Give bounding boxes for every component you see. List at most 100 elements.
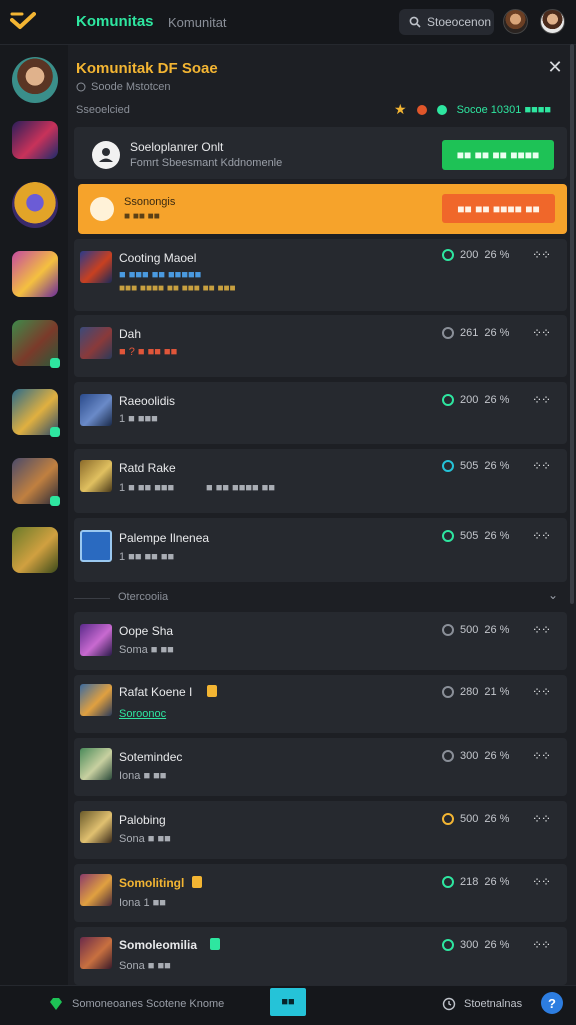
panel-subtitle: Soode Mstotcen <box>76 81 171 93</box>
user-icon <box>99 148 113 162</box>
scrollbar[interactable] <box>570 44 574 604</box>
options-icon[interactable]: ⁘⁘ <box>532 623 551 637</box>
list-item[interactable]: Dah ■ ? ■ ■■ ■■ 261 26 % ⁘⁘ <box>74 315 567 377</box>
notice-title: Soeloplanrer Onlt <box>130 140 224 154</box>
item-count: 500 <box>460 624 479 636</box>
list-item[interactable]: Raeoolidis 1 ■ ■■■ 200 26 % ⁘⁘ <box>74 382 567 444</box>
top-bar: Komunitas Komunitat Stoeocenon <box>0 0 576 45</box>
item-sub: Sona ■ ■■ <box>119 833 171 845</box>
rail-game-2[interactable] <box>12 182 58 228</box>
stats-text: Socoe 10301 ■■■■ <box>456 103 552 116</box>
item-sub: ■ ■■■ ■■ ■■■■■ <box>119 269 202 281</box>
item-count: 280 <box>460 686 479 698</box>
profile-avatar-2[interactable] <box>540 9 565 34</box>
item-name: Cooting Maoel <box>119 251 197 265</box>
list-item[interactable]: Cooting Maoel ■ ■■■ ■■ ■■■■■ ■■■ ■■■■ ■■… <box>74 239 567 311</box>
list-item[interactable]: Ratd Rake 1 ■ ■■ ■■■ ■ ■■ ■■■■ ■■ 505 26 … <box>74 449 567 513</box>
rail-game-5[interactable] <box>12 389 60 437</box>
item-percent: 26 % <box>484 876 510 888</box>
close-button[interactable]: ✕ <box>545 57 565 77</box>
list-item[interactable]: Oope Sha Soma ■ ■■ 500 26 % ⁘⁘ <box>74 612 567 670</box>
item-sub: Iona ■ ■■ <box>119 770 167 782</box>
options-icon[interactable]: ⁘⁘ <box>532 812 551 826</box>
options-icon[interactable]: ⁘⁘ <box>532 248 551 262</box>
search-label: Stoeocenon <box>427 15 492 29</box>
game-thumbnail <box>80 327 112 359</box>
stats-bar: ★ Socoe 10301 ■■■■ <box>394 101 551 118</box>
online-icon <box>436 104 447 115</box>
rail-game-6[interactable] <box>12 458 60 506</box>
item-meta: 300 26 % <box>442 939 509 951</box>
list-item[interactable]: Palobing Sona ■ ■■ 500 26 % ⁘⁘ <box>74 801 567 859</box>
notice-card: Soeloplanrer Onlt Fomrt Sbeesmant Kddnom… <box>74 127 567 179</box>
status-ring-icon <box>442 813 454 825</box>
item-count: 200 <box>460 249 479 261</box>
rail-game-3[interactable] <box>12 251 58 297</box>
notice-text: Fomrt Sbeesmant Kddnomenle <box>130 157 283 169</box>
community-rail <box>0 45 68 985</box>
profile-avatar-1[interactable] <box>503 9 528 34</box>
promo-icon <box>90 197 114 221</box>
alert-icon <box>416 104 427 115</box>
list-item[interactable]: Palempe Ilnenea 1 ■■ ■■ ■■ 505 26 % ⁘⁘ <box>74 518 567 582</box>
item-name: Sotemindec <box>119 750 183 764</box>
promo-button[interactable]: ■■ ■■ ■■■■ ■■ <box>442 194 555 223</box>
options-icon[interactable]: ⁘⁘ <box>532 459 551 473</box>
bottom-left[interactable]: Somoneoanes Scotene Knome <box>48 997 224 1011</box>
verified-badge <box>207 685 217 697</box>
options-icon[interactable]: ⁘⁘ <box>532 393 551 407</box>
list-item[interactable]: Rafat Koene I Soroonoc 280 21 % ⁘⁘ <box>74 675 567 733</box>
rail-game-7[interactable] <box>12 527 58 573</box>
rail-game-4[interactable] <box>12 320 60 368</box>
status-ring-icon <box>442 249 454 261</box>
item-sub-extra: ■■■ ■■■■ ■■ ■■■ ■■ ■■■ <box>119 283 236 294</box>
list-item[interactable]: Somoleomilia Sona ■ ■■ 300 26 % ⁘⁘ <box>74 927 567 985</box>
item-count: 300 <box>460 939 479 951</box>
game-thumbnail <box>80 530 112 562</box>
list-item[interactable]: Somolitingl Iona 1 ■■ 218 26 % ⁘⁘ <box>74 864 567 922</box>
app-subtitle: Komunitat <box>168 15 227 30</box>
item-name: Palobing <box>119 813 166 827</box>
rail-avatar[interactable] <box>12 57 58 103</box>
item-sub: 1 ■■ ■■ ■■ <box>119 551 175 563</box>
bottom-right[interactable]: Stoetnalnas <box>442 997 522 1011</box>
status-ring-icon <box>442 939 454 951</box>
item-count: 505 <box>460 530 479 542</box>
item-name: Palempe Ilnenea <box>119 531 210 545</box>
promo-title: Ssonongis <box>124 196 176 208</box>
options-icon[interactable]: ⁘⁘ <box>532 685 551 699</box>
section-divider: Otercooiia <box>118 591 169 603</box>
options-icon[interactable]: ⁘⁘ <box>532 875 551 889</box>
item-name: Ratd Rake <box>119 461 176 475</box>
item-count: 218 <box>460 876 479 888</box>
rail-game-1[interactable] <box>12 121 58 159</box>
options-icon[interactable]: ⁘⁘ <box>532 938 551 952</box>
star-icon: ★ <box>394 101 407 117</box>
item-percent: 26 % <box>484 939 510 951</box>
item-percent: 26 % <box>484 327 510 339</box>
options-icon[interactable]: ⁘⁘ <box>532 326 551 340</box>
search-button[interactable]: Stoeocenon <box>399 9 494 35</box>
verified-badge <box>192 876 202 888</box>
chevron-down-icon[interactable]: ⌄ <box>548 588 558 602</box>
app-title: Komunitas <box>76 13 154 30</box>
item-percent: 26 % <box>484 624 510 636</box>
notice-avatar <box>92 141 120 169</box>
options-icon[interactable]: ⁘⁘ <box>532 749 551 763</box>
item-meta: 505 26 % <box>442 530 509 542</box>
join-button[interactable]: ■■ ■■ ■■ ■■■■ <box>442 140 554 170</box>
item-sub: Iona 1 ■■ <box>119 897 166 909</box>
bottom-action-button[interactable]: ■■ <box>270 988 306 1016</box>
item-meta: 200 26 % <box>442 249 509 261</box>
help-button[interactable]: ? <box>541 992 563 1014</box>
item-percent: 26 % <box>484 460 510 472</box>
item-sub: 1 ■ ■■■ <box>119 413 158 425</box>
status-ring-icon <box>442 876 454 888</box>
item-percent: 26 % <box>484 813 510 825</box>
list-item[interactable]: Sotemindec Iona ■ ■■ 300 26 % ⁘⁘ <box>74 738 567 796</box>
clock-icon <box>442 997 456 1011</box>
item-meta: 500 26 % <box>442 813 509 825</box>
app-logo-icon[interactable] <box>10 10 36 32</box>
section-label: Sseoelcied <box>76 104 130 116</box>
options-icon[interactable]: ⁘⁘ <box>532 529 551 543</box>
